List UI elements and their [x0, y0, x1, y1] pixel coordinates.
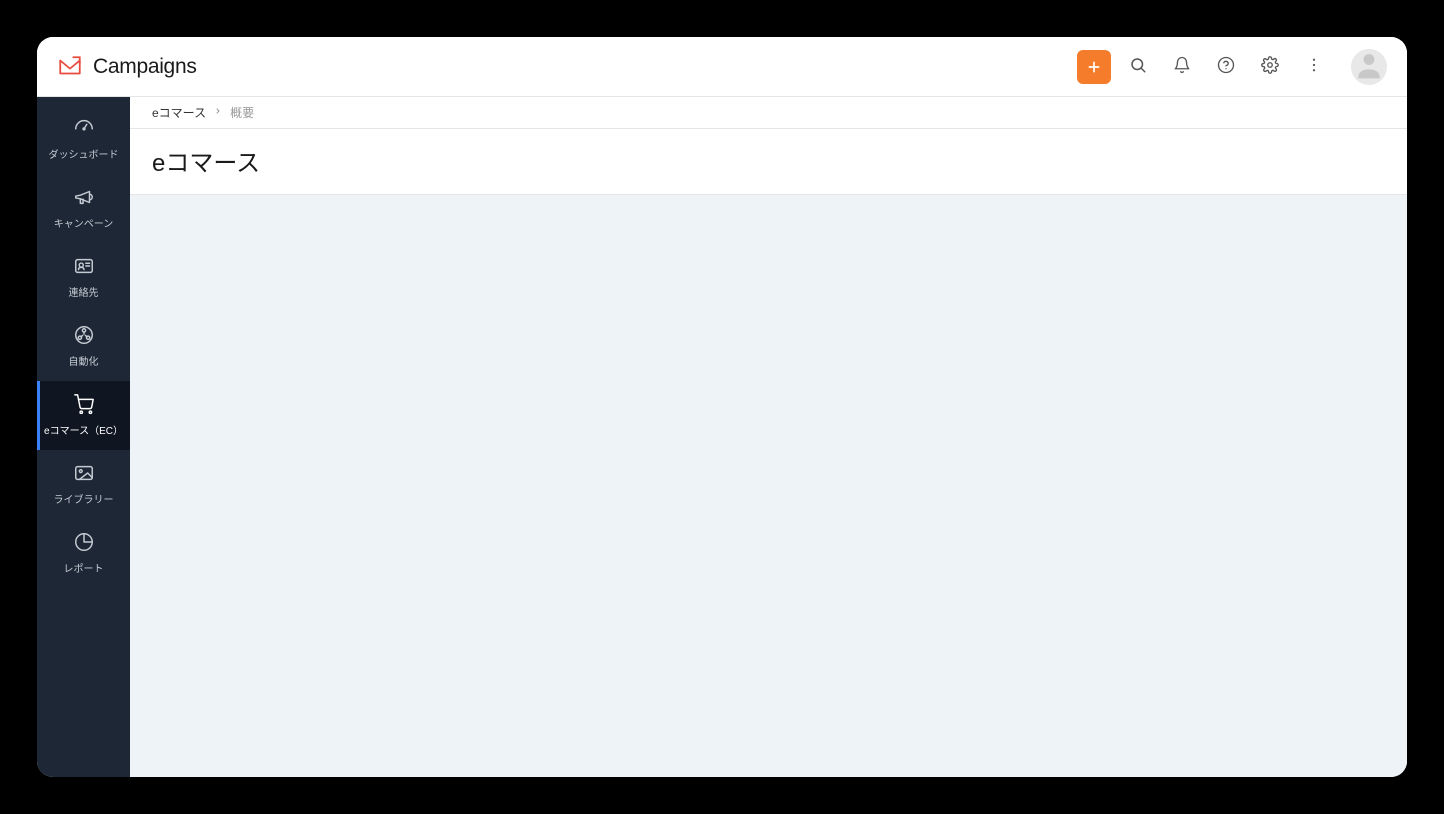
sidebar-label: 自動化: [69, 357, 99, 369]
sidebar-label: eコマース（EC）: [44, 426, 123, 438]
body-wrap: ダッシュボード キャンペーン: [37, 97, 1407, 777]
help-button[interactable]: [1209, 50, 1243, 84]
app-window: Campaigns: [37, 37, 1407, 777]
report-icon: [73, 531, 95, 558]
contacts-icon: [73, 255, 95, 282]
sidebar-item-reports[interactable]: レポート: [37, 519, 130, 588]
page-title: eコマース: [152, 143, 1385, 178]
content-area: [130, 195, 1407, 777]
more-button[interactable]: [1297, 50, 1331, 84]
brand-logo-icon: [57, 54, 83, 80]
search-button[interactable]: [1121, 50, 1155, 84]
sidebar: ダッシュボード キャンペーン: [37, 97, 130, 777]
chevron-right-icon: [214, 107, 222, 118]
sidebar-item-dashboard[interactable]: ダッシュボード: [37, 105, 130, 174]
automation-icon: [73, 324, 95, 351]
gear-icon: [1261, 56, 1279, 77]
search-icon: [1129, 56, 1147, 77]
top-header: Campaigns: [37, 37, 1407, 97]
user-avatar-icon: [1351, 49, 1387, 85]
sidebar-item-library[interactable]: ライブラリー: [37, 450, 130, 519]
help-icon: [1217, 56, 1235, 77]
settings-button[interactable]: [1253, 50, 1287, 84]
breadcrumb-root[interactable]: eコマース: [152, 104, 206, 121]
library-icon: [73, 462, 95, 489]
dashboard-icon: [73, 117, 95, 144]
sidebar-label: ライブラリー: [54, 495, 114, 507]
megaphone-icon: [73, 186, 95, 213]
sidebar-item-campaigns[interactable]: キャンペーン: [37, 174, 130, 243]
more-vertical-icon: [1305, 56, 1323, 77]
breadcrumb: eコマース 概要: [130, 97, 1407, 129]
page-header: eコマース: [130, 129, 1407, 195]
header-actions: [1077, 49, 1387, 85]
sidebar-item-contacts[interactable]: 連絡先: [37, 243, 130, 312]
notifications-button[interactable]: [1165, 50, 1199, 84]
cart-icon: [73, 393, 95, 420]
bell-icon: [1173, 56, 1191, 77]
sidebar-label: キャンペーン: [54, 219, 114, 231]
main: eコマース 概要 eコマース: [130, 97, 1407, 777]
brand: Campaigns: [57, 54, 197, 80]
sidebar-label: ダッシュボード: [49, 150, 119, 162]
sidebar-item-ecommerce[interactable]: eコマース（EC）: [37, 381, 130, 450]
sidebar-label: 連絡先: [69, 288, 99, 300]
sidebar-label: レポート: [64, 564, 104, 576]
brand-title: Campaigns: [93, 55, 197, 79]
avatar[interactable]: [1351, 49, 1387, 85]
add-button[interactable]: [1077, 50, 1111, 84]
sidebar-item-automation[interactable]: 自動化: [37, 312, 130, 381]
breadcrumb-current: 概要: [230, 104, 254, 121]
